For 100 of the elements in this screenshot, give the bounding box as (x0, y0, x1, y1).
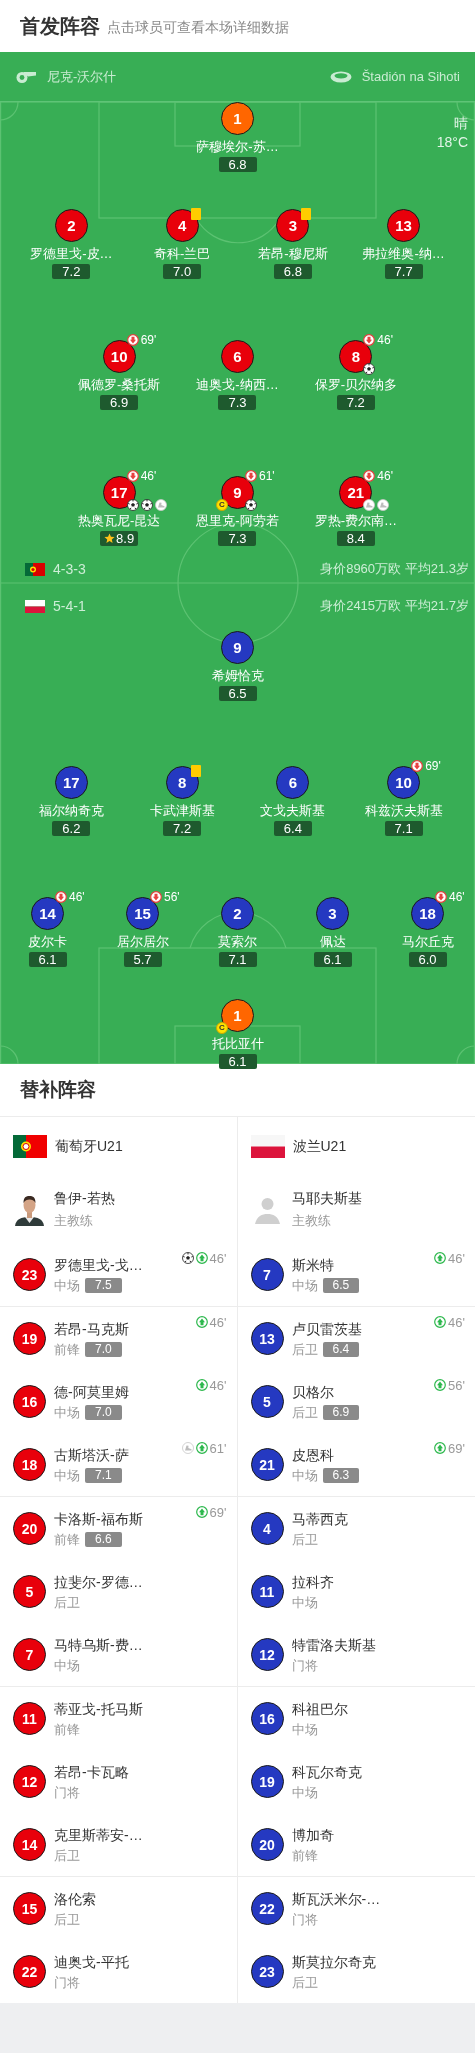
rating-value: 7.1 (394, 822, 413, 835)
player-name: 科兹沃夫斯基 (364, 802, 443, 819)
player-number[interactable]: 19 (13, 1322, 46, 1355)
player-name[interactable]: 科祖巴尔 (291, 1699, 348, 1719)
player-number[interactable]: 6 (221, 340, 254, 373)
rating-badge: 7.5 (85, 1277, 122, 1293)
player-number[interactable]: 4 (250, 1512, 284, 1545)
player-name[interactable]: 古斯塔沃-萨 (54, 1445, 129, 1465)
coach-role: 主教练 (54, 1212, 94, 1230)
player-number[interactable]: 2 (54, 209, 88, 242)
player-number[interactable]: 14 (31, 897, 64, 930)
rating-value: 8.9 (116, 532, 135, 545)
substitution-out-icon (150, 891, 162, 903)
referee-name: 尼克-沃尔什 (47, 67, 117, 86)
player-number[interactable]: 13 (387, 209, 421, 242)
player-number[interactable]: 6 (276, 766, 310, 799)
section-title: 替补阵容 (20, 1077, 96, 1102)
player-number[interactable]: 21 (250, 1448, 284, 1481)
substitution-out-icon (363, 334, 376, 346)
player-name[interactable]: 洛伦索 (54, 1889, 96, 1909)
player-number[interactable]: 11 (13, 1702, 46, 1735)
player-number[interactable]: 5 (13, 1575, 46, 1608)
substitution-in-icon (434, 1316, 447, 1328)
player-number[interactable]: 20 (13, 1512, 46, 1545)
formation: 4-3-3 (53, 559, 86, 579)
player-name: 奇科-兰巴 (153, 245, 211, 262)
player-number[interactable]: 14 (13, 1828, 46, 1861)
player-number[interactable]: 20 (250, 1828, 284, 1861)
substitution-in-icon (195, 1506, 208, 1518)
player-name[interactable]: 蒂亚戈-托马斯 (54, 1699, 143, 1719)
player-name[interactable]: 德-阿莫里姆 (54, 1382, 129, 1402)
player-number[interactable]: 10 (102, 340, 136, 373)
player-name[interactable]: 克里斯蒂安-… (54, 1825, 143, 1845)
player-position: 后卫 (291, 1530, 318, 1548)
player-name[interactable]: 卢贝雷茨基 (291, 1319, 362, 1339)
coach-role: 主教练 (291, 1212, 332, 1230)
rating-value: 8.4 (346, 532, 365, 545)
player-number[interactable]: 3 (276, 209, 310, 242)
stadium-name: Štadión na Sihoti (361, 67, 460, 86)
player-number[interactable]: 12 (13, 1765, 46, 1798)
player-name[interactable]: 马蒂西克 (291, 1509, 348, 1529)
player-number[interactable]: 10 (387, 766, 421, 799)
player-number[interactable]: 13 (250, 1322, 284, 1355)
player-number[interactable]: 15 (126, 897, 159, 930)
rating-value: 6.4 (283, 822, 302, 835)
player-number[interactable]: 7 (250, 1258, 284, 1291)
player-name[interactable]: 迪奥戈-平托 (54, 1952, 129, 1972)
player-number[interactable]: 18 (13, 1448, 46, 1481)
player-name[interactable]: 拉科齐 (291, 1572, 334, 1592)
player-number[interactable]: 7 (13, 1638, 46, 1671)
substitution-in-icon (195, 1442, 208, 1454)
player-name[interactable]: 科瓦尔奇克 (291, 1762, 362, 1782)
player-number[interactable]: 16 (13, 1385, 46, 1418)
player-name[interactable]: 卡洛斯-福布斯 (54, 1509, 143, 1529)
player-name[interactable]: 博加奇 (291, 1825, 334, 1845)
player-number[interactable]: 15 (13, 1892, 46, 1925)
player-number[interactable]: 9 (221, 631, 254, 664)
rating-badge: 6.4 (322, 1341, 360, 1357)
player-name[interactable]: 若昂-马克斯 (54, 1319, 129, 1339)
player-name[interactable]: 斯瓦沃米尔-… (291, 1889, 381, 1909)
player-name[interactable]: 拉斐尔-罗德… (54, 1572, 143, 1592)
coach-name: 马耶夫斯基 (291, 1189, 362, 1208)
player-number[interactable]: 3 (316, 897, 349, 930)
player-number[interactable]: 23 (13, 1258, 46, 1291)
player-name[interactable]: 斯米特 (291, 1255, 334, 1275)
player-name: 希姆恰克 (211, 667, 264, 684)
rating-value: 7.2 (62, 265, 81, 278)
rating-value: 6.8 (228, 158, 247, 171)
player-number[interactable]: 8 (165, 766, 199, 799)
rating-badge: 7.1 (85, 1467, 122, 1483)
substitution-minute: 46' (69, 891, 85, 903)
player-number[interactable]: 17 (54, 766, 88, 799)
player-name[interactable]: 马特乌斯-费… (54, 1635, 143, 1655)
rating-value: 7.7 (394, 265, 413, 278)
player-number[interactable]: 22 (250, 1892, 284, 1925)
player-name[interactable]: 若昂-卡瓦略 (54, 1762, 129, 1782)
player-number[interactable]: 22 (13, 1955, 46, 1988)
player-number[interactable]: 4 (165, 209, 199, 242)
player-number[interactable]: 19 (250, 1765, 284, 1798)
player-name[interactable]: 斯莫拉尔奇克 (291, 1952, 376, 1972)
player-number[interactable]: 5 (250, 1385, 284, 1418)
substitution-minute: 46' (140, 470, 157, 482)
player-number[interactable]: 18 (411, 897, 444, 930)
rating-value: 7.3 (228, 396, 247, 409)
player-number[interactable]: 23 (250, 1955, 284, 1988)
substitution-minute: 69' (140, 334, 157, 346)
substitution-out-icon (435, 891, 447, 903)
player-number[interactable]: 2 (221, 897, 254, 930)
player-name: 福尔纳奇克 (38, 802, 104, 819)
player-name[interactable]: 皮恩科 (291, 1445, 334, 1465)
player-name[interactable]: 特雷洛夫斯基 (291, 1635, 376, 1655)
player-number[interactable]: 12 (250, 1638, 284, 1671)
player-position: 门将 (54, 1973, 80, 1991)
player-number[interactable]: 11 (250, 1575, 284, 1608)
player-position: 中场 (291, 1466, 318, 1484)
player-name: 罗德里戈-皮… (30, 245, 113, 262)
player-number[interactable]: 16 (250, 1702, 284, 1735)
player-name[interactable]: 贝格尔 (291, 1382, 334, 1402)
player-name[interactable]: 罗德里戈-戈… (54, 1255, 143, 1275)
player-name: 卡武津斯基 (149, 802, 215, 819)
